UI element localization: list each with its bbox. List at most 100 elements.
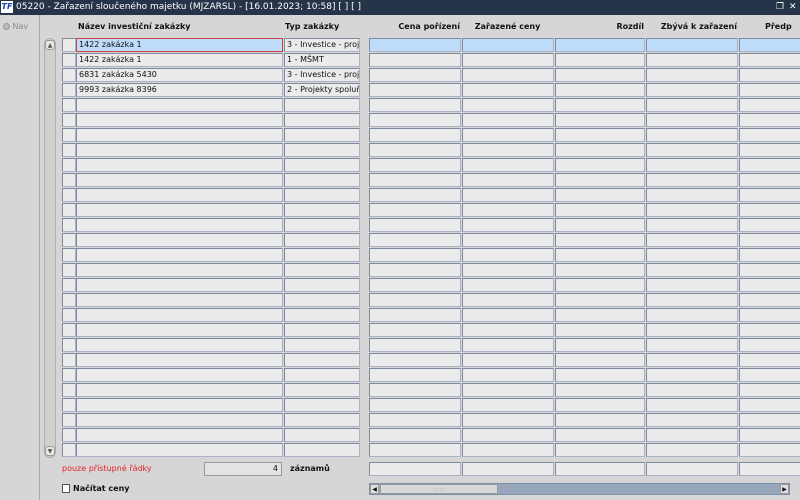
cell-type[interactable]: 3 - Investice - proje bbox=[284, 68, 360, 82]
cell-type[interactable] bbox=[284, 128, 360, 142]
header-zbyva[interactable]: Zbývá k zařazení bbox=[646, 22, 737, 31]
header-predp[interactable]: Předp bbox=[765, 22, 792, 31]
cell-predp[interactable] bbox=[739, 218, 800, 232]
cell-selector[interactable] bbox=[62, 158, 76, 172]
cell-rozdil[interactable] bbox=[555, 233, 645, 247]
cell-zarazene[interactable] bbox=[462, 278, 554, 292]
cell-zarazene[interactable] bbox=[462, 113, 554, 127]
cell-zarazene[interactable] bbox=[462, 68, 554, 82]
cell-name[interactable]: 1422 zakázka 1 bbox=[76, 38, 283, 52]
cell-zarazene[interactable] bbox=[462, 143, 554, 157]
cell-selector[interactable] bbox=[62, 128, 76, 142]
cell-predp[interactable] bbox=[739, 338, 800, 352]
cell-name[interactable] bbox=[76, 113, 283, 127]
cell-selector[interactable] bbox=[62, 338, 76, 352]
cell-rozdil[interactable] bbox=[555, 308, 645, 322]
cell-predp[interactable] bbox=[739, 68, 800, 82]
cell-name[interactable] bbox=[76, 278, 283, 292]
cell-zbyva[interactable] bbox=[646, 293, 738, 307]
cell-zbyva[interactable] bbox=[646, 98, 738, 112]
cell-selector[interactable] bbox=[62, 383, 76, 397]
cell-zbyva[interactable] bbox=[646, 83, 738, 97]
cell-name[interactable] bbox=[76, 218, 283, 232]
cell-selector[interactable] bbox=[62, 443, 76, 457]
cell-rozdil[interactable] bbox=[555, 293, 645, 307]
cell-cena[interactable] bbox=[369, 398, 461, 412]
cell-zarazene[interactable] bbox=[462, 413, 554, 427]
cell-zarazene[interactable] bbox=[462, 233, 554, 247]
filter-label[interactable]: pouze přístupné řádky bbox=[62, 464, 152, 473]
cell-cena[interactable] bbox=[369, 83, 461, 97]
cell-zarazene[interactable] bbox=[462, 173, 554, 187]
cell-type[interactable]: 3 - Investice - proje bbox=[284, 38, 360, 52]
cell-predp[interactable] bbox=[739, 368, 800, 382]
cell-type[interactable] bbox=[284, 323, 360, 337]
cell-type[interactable] bbox=[284, 158, 360, 172]
cell-cena[interactable] bbox=[369, 218, 461, 232]
cell-zarazene[interactable] bbox=[462, 53, 554, 67]
cell-zarazene[interactable] bbox=[462, 248, 554, 262]
cell-zarazene[interactable] bbox=[462, 83, 554, 97]
cell-selector[interactable] bbox=[62, 323, 76, 337]
cell-name[interactable] bbox=[76, 413, 283, 427]
cell-zarazene[interactable] bbox=[462, 353, 554, 367]
cell-name[interactable] bbox=[76, 173, 283, 187]
cell-name[interactable] bbox=[76, 398, 283, 412]
cell-type[interactable] bbox=[284, 188, 360, 202]
cell-rozdil[interactable] bbox=[555, 173, 645, 187]
header-rozdil[interactable]: Rozdíl bbox=[555, 22, 644, 31]
cell-predp[interactable] bbox=[739, 98, 800, 112]
cell-selector[interactable] bbox=[62, 143, 76, 157]
cell-selector[interactable] bbox=[62, 53, 76, 67]
cell-predp[interactable] bbox=[739, 443, 800, 457]
cell-zarazene[interactable] bbox=[462, 338, 554, 352]
cell-type[interactable] bbox=[284, 218, 360, 232]
cell-cena[interactable] bbox=[369, 293, 461, 307]
cell-predp[interactable] bbox=[739, 383, 800, 397]
cell-zarazene[interactable] bbox=[462, 158, 554, 172]
cell-zbyva[interactable] bbox=[646, 263, 738, 277]
cell-predp[interactable] bbox=[739, 413, 800, 427]
cell-predp[interactable] bbox=[739, 83, 800, 97]
cell-selector[interactable] bbox=[62, 218, 76, 232]
cell-name[interactable] bbox=[76, 338, 283, 352]
cell-zbyva[interactable] bbox=[646, 53, 738, 67]
cell-name[interactable] bbox=[76, 98, 283, 112]
cell-type[interactable]: 1 - MŠMT bbox=[284, 53, 360, 67]
scroll-thumb[interactable]: ::::::: bbox=[380, 484, 498, 494]
cell-name[interactable]: 1422 zakázka 1 bbox=[76, 53, 283, 67]
cell-rozdil[interactable] bbox=[555, 38, 645, 52]
cell-name[interactable] bbox=[76, 443, 283, 457]
cell-cena[interactable] bbox=[369, 368, 461, 382]
cell-selector[interactable] bbox=[62, 38, 76, 52]
cell-name[interactable]: 6831 zakázka 5430 bbox=[76, 68, 283, 82]
cell-name[interactable] bbox=[76, 368, 283, 382]
cell-selector[interactable] bbox=[62, 293, 76, 307]
cell-zbyva[interactable] bbox=[646, 398, 738, 412]
cell-rozdil[interactable] bbox=[555, 413, 645, 427]
cell-predp[interactable] bbox=[739, 38, 800, 52]
cell-predp[interactable] bbox=[739, 128, 800, 142]
cell-selector[interactable] bbox=[62, 233, 76, 247]
cell-rozdil[interactable] bbox=[555, 248, 645, 262]
cell-type[interactable] bbox=[284, 278, 360, 292]
cell-zbyva[interactable] bbox=[646, 113, 738, 127]
cell-zarazene[interactable] bbox=[462, 308, 554, 322]
cell-cena[interactable] bbox=[369, 53, 461, 67]
cell-name[interactable] bbox=[76, 143, 283, 157]
cell-name[interactable] bbox=[76, 128, 283, 142]
cell-type[interactable] bbox=[284, 338, 360, 352]
load-prices-label[interactable]: Načítat ceny bbox=[73, 484, 130, 493]
cell-rozdil[interactable] bbox=[555, 323, 645, 337]
cell-rozdil[interactable] bbox=[555, 83, 645, 97]
header-cena[interactable]: Cena pořízení bbox=[369, 22, 460, 31]
cell-zbyva[interactable] bbox=[646, 188, 738, 202]
cell-type[interactable] bbox=[284, 368, 360, 382]
cell-name[interactable] bbox=[76, 308, 283, 322]
cell-name[interactable] bbox=[76, 428, 283, 442]
scroll-down-icon[interactable]: ▼ bbox=[45, 446, 55, 456]
cell-selector[interactable] bbox=[62, 398, 76, 412]
cell-rozdil[interactable] bbox=[555, 338, 645, 352]
nav-radio[interactable]: Nav bbox=[3, 22, 28, 31]
cell-zarazene[interactable] bbox=[462, 368, 554, 382]
